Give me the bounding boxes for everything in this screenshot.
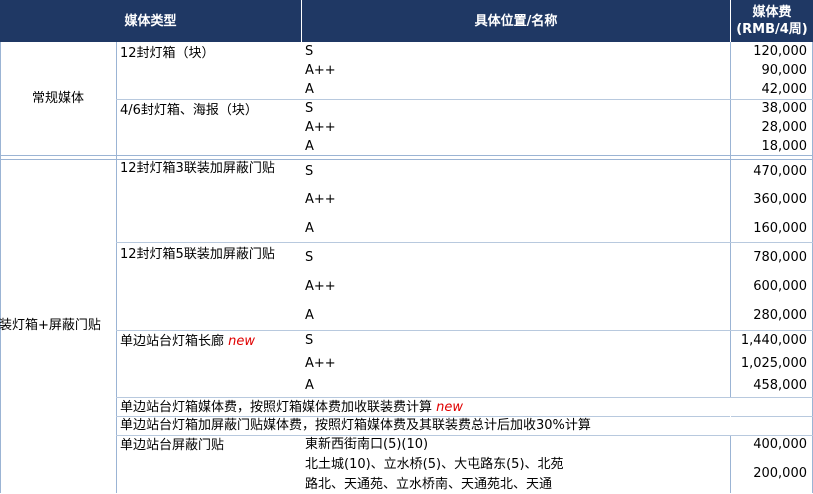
- level-label: A: [305, 378, 314, 393]
- header-media-type: 媒体类型: [0, 0, 301, 42]
- note-line: 单边站台灯箱媒体费，按照灯箱媒体费加收联装费计算 new: [120, 398, 463, 417]
- row-name: 12封灯箱（块）: [120, 46, 215, 61]
- level-label: A: [305, 221, 314, 236]
- level-label: A: [305, 139, 314, 154]
- level-label: A++: [305, 279, 336, 294]
- row-divider: [116, 99, 813, 100]
- row-name: 12封灯箱5联装加屏蔽门贴: [120, 247, 275, 262]
- grid-line-mask: [730, 398, 731, 435]
- price-value: 160,000: [753, 221, 807, 236]
- price-value: 780,000: [753, 250, 807, 265]
- level-label: A++: [305, 356, 336, 371]
- header-fee-label: 媒体费: [752, 5, 792, 20]
- level-label: A++: [305, 120, 336, 135]
- level-label: S: [305, 164, 314, 179]
- price-value: 28,000: [761, 120, 808, 135]
- price-value: 280,000: [753, 308, 807, 323]
- group-combo-media: 联装灯箱+屏蔽门贴: [0, 318, 101, 333]
- level-label: A++: [305, 192, 336, 207]
- price-value: 458,000: [753, 378, 807, 393]
- location-text: 北土城(10)、立水桥(5)、大屯路东(5)、北苑: [305, 457, 564, 472]
- header-media-type-label: 媒体类型: [124, 13, 177, 29]
- row-name: 12封灯箱3联装加屏蔽门贴: [120, 161, 275, 176]
- header-location-label: 具体位置/名称: [474, 13, 558, 29]
- header-divider: [730, 0, 731, 42]
- row-name: 4/6封灯箱、海报（块）: [120, 103, 258, 118]
- price-value: 18,000: [761, 139, 808, 154]
- level-label: S: [305, 333, 314, 348]
- note-text: 单边站台灯箱媒体费，按照灯箱媒体费加收联装费计算: [120, 400, 433, 415]
- level-label: S: [305, 101, 314, 116]
- row-name: 单边站台屏蔽门贴: [120, 438, 225, 453]
- note-line: 单边站台灯箱加屏蔽门贴媒体费，按照灯箱媒体费及其联装费总计后加收30%计算: [120, 418, 591, 433]
- location-text: 東新西街南口(5)(10): [305, 437, 429, 452]
- price-value: 42,000: [761, 82, 808, 97]
- price-value: 200,000: [753, 466, 807, 481]
- price-value: 600,000: [753, 279, 807, 294]
- header-location: 具体位置/名称: [302, 0, 730, 42]
- row-name: 单边站台灯箱长廊 new: [120, 332, 255, 351]
- level-label: S: [305, 44, 314, 59]
- group-regular-media: 常规媒体: [31, 91, 84, 106]
- row-divider: [116, 330, 813, 331]
- level-label: S: [305, 250, 314, 265]
- level-label: A: [305, 82, 314, 97]
- header-fee-unit: (RMB/4周): [736, 22, 808, 37]
- price-value: 470,000: [753, 164, 807, 179]
- header-fee: 媒体费 (RMB/4周): [731, 0, 813, 42]
- level-label: A++: [305, 63, 336, 78]
- header-divider: [301, 0, 302, 42]
- price-value: 120,000: [753, 44, 807, 59]
- price-value: 1,440,000: [740, 333, 807, 348]
- row-divider: [116, 242, 813, 243]
- price-value: 90,000: [761, 63, 808, 78]
- row-name-text: 单边站台灯箱长廊: [120, 334, 225, 349]
- price-value: 38,000: [761, 101, 808, 116]
- grid-line: [0, 42, 1, 493]
- price-value: 360,000: [753, 192, 807, 207]
- level-label: A: [305, 308, 314, 323]
- location-text: 路北、天通苑、立水桥南、天通苑北、天通: [305, 477, 553, 492]
- price-value: 1,025,000: [740, 356, 807, 371]
- new-badge: new: [228, 334, 256, 349]
- new-badge: new: [436, 400, 464, 415]
- price-value: 400,000: [753, 437, 807, 452]
